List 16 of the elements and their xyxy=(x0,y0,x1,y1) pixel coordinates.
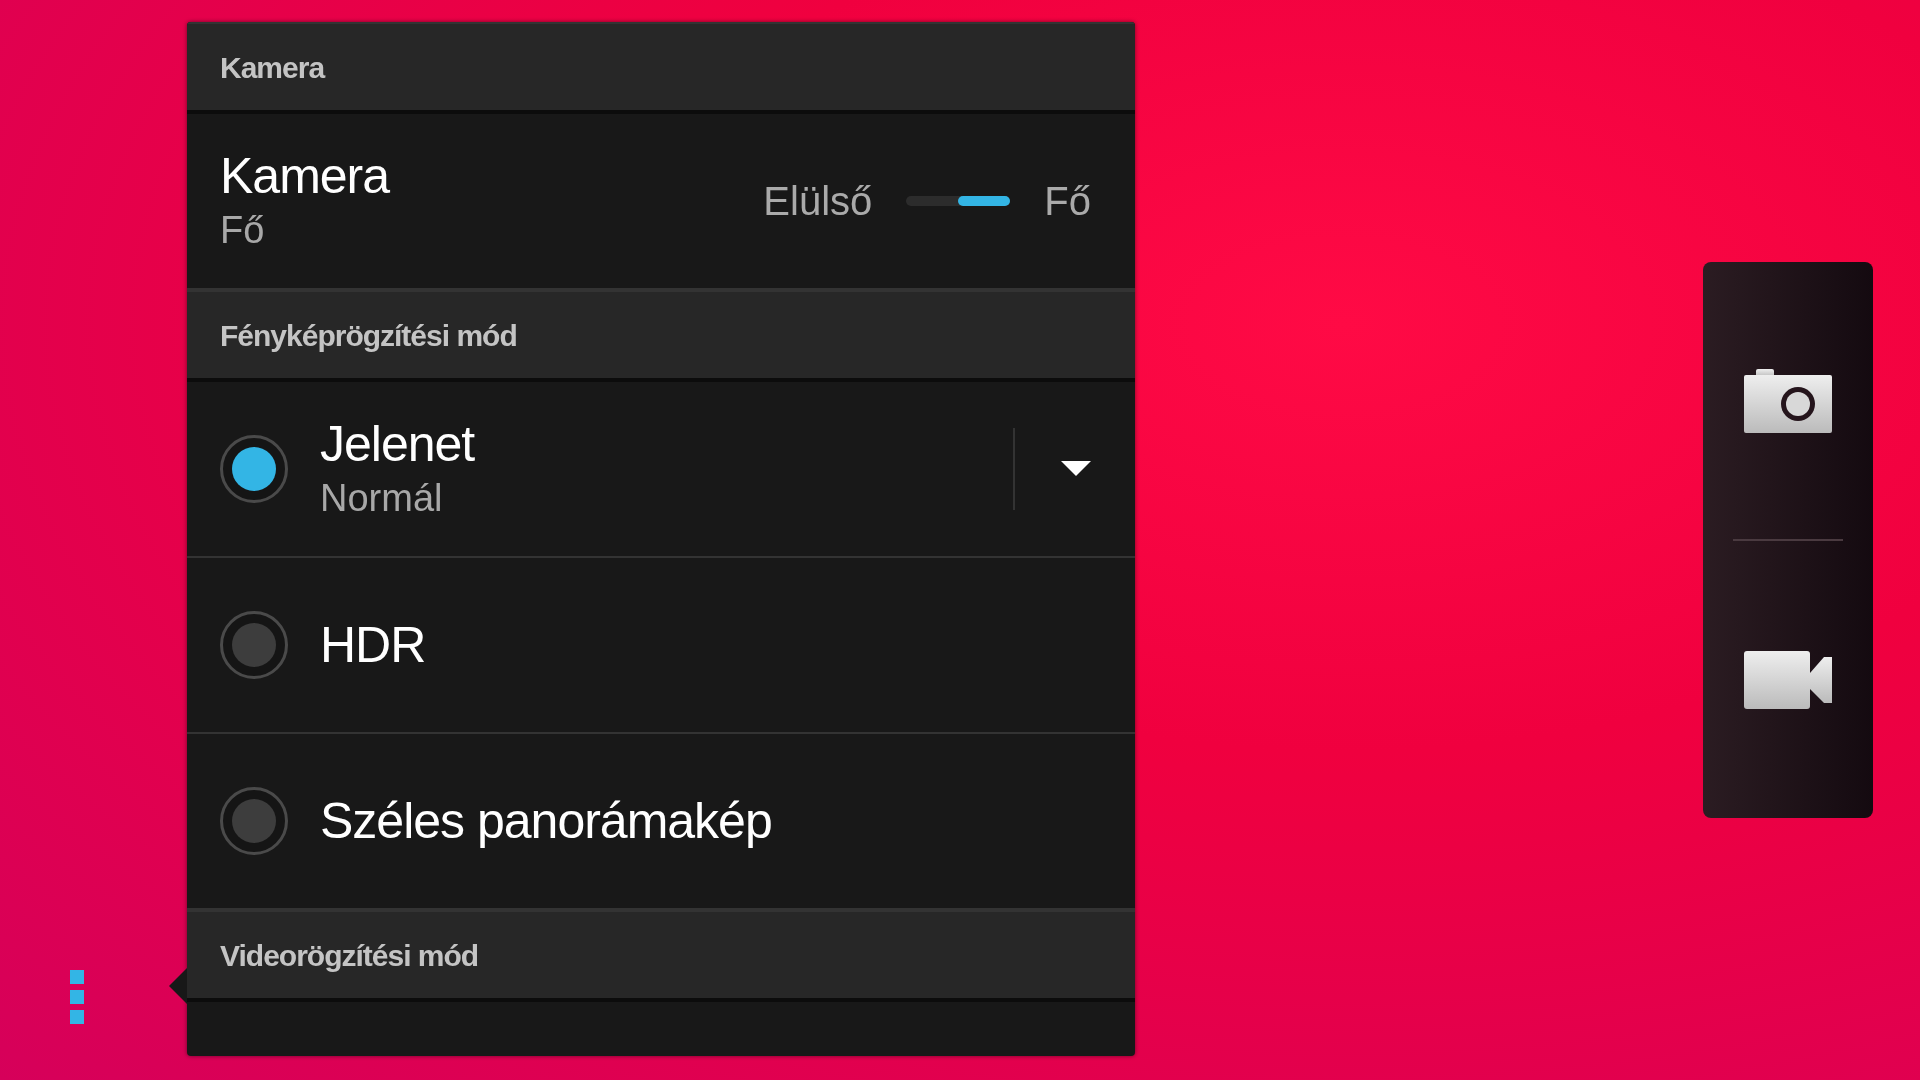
camera-icon xyxy=(1744,368,1832,433)
setting-title: Jelenet xyxy=(320,415,476,475)
section-title: Kamera xyxy=(220,49,325,86)
setting-title: Kamera xyxy=(220,147,391,207)
switch-label: Elülső xyxy=(763,178,873,225)
setting-title: Széles panorámakép xyxy=(320,792,773,851)
dropdown-caret-icon[interactable] xyxy=(1061,461,1091,477)
section-title: Fényképrögzítési mód xyxy=(220,317,517,354)
setting-value: Normál xyxy=(320,476,444,522)
section-title: Videorögzítési mód xyxy=(220,937,479,974)
switch-label: Fő xyxy=(1044,178,1091,225)
video-camera-icon xyxy=(1744,650,1832,709)
toggle-switch[interactable] xyxy=(906,196,1011,206)
setting-title: HDR xyxy=(320,616,427,675)
switch-thumb[interactable] xyxy=(958,196,1011,206)
setting-value: Fő xyxy=(220,208,266,254)
